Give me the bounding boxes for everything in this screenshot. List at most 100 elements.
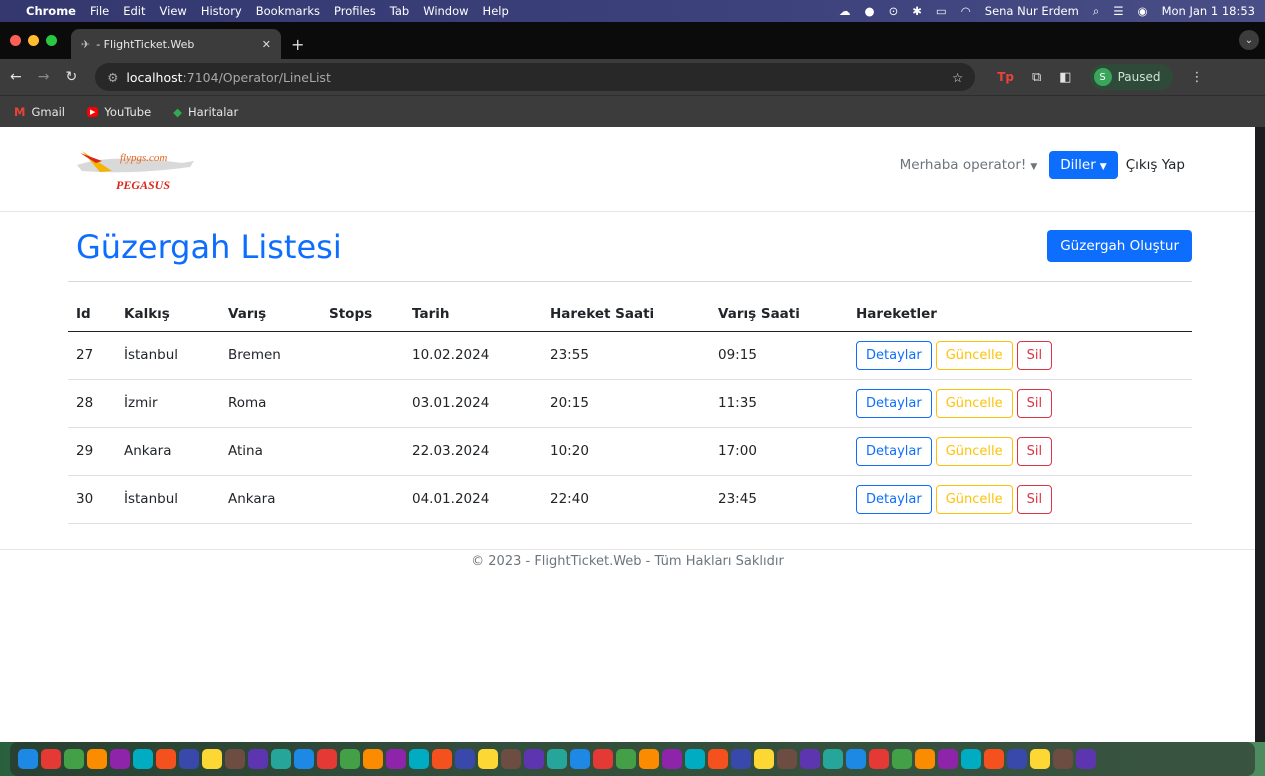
trash-icon[interactable] <box>1076 749 1096 769</box>
postman-icon[interactable] <box>639 749 659 769</box>
menu-view[interactable]: View <box>160 4 187 18</box>
chrome-menu-icon[interactable]: ⋮ <box>1191 70 1204 85</box>
terminal-icon[interactable] <box>823 749 843 769</box>
menu-app-name[interactable]: Chrome <box>26 4 76 18</box>
new-tab-icon[interactable]: + <box>291 29 304 59</box>
sublime-icon[interactable] <box>846 749 866 769</box>
xcode-icon[interactable] <box>570 749 590 769</box>
dotnet-icon[interactable] <box>938 749 958 769</box>
update-button[interactable]: Güncelle <box>935 436 1013 466</box>
chrome-icon[interactable] <box>271 749 291 769</box>
word-icon[interactable] <box>984 749 1004 769</box>
vscode-icon[interactable] <box>593 749 613 769</box>
browser-tab[interactable]: ✈ - FlightTicket.Web ✕ <box>71 29 281 59</box>
extensions-icon[interactable]: ⧉ <box>1032 70 1041 85</box>
pages-icon[interactable] <box>386 749 406 769</box>
edge-icon[interactable] <box>524 749 544 769</box>
close-window-icon[interactable] <box>10 35 21 46</box>
battery-icon[interactable]: ▭ <box>936 4 947 18</box>
slack-icon[interactable] <box>432 749 452 769</box>
details-button[interactable]: Detaylar <box>856 484 932 514</box>
downloads-icon[interactable] <box>1053 749 1073 769</box>
whatsapp-icon[interactable] <box>87 749 107 769</box>
close-tab-icon[interactable]: ✕ <box>262 38 271 51</box>
intellij-icon[interactable] <box>685 749 705 769</box>
appstore-icon[interactable] <box>478 749 498 769</box>
sourcetree-icon[interactable] <box>708 749 728 769</box>
git-icon[interactable] <box>662 749 682 769</box>
menu-profiles[interactable]: Profiles <box>334 4 376 18</box>
menu-help[interactable]: Help <box>483 4 509 18</box>
notification-icon[interactable]: ● <box>865 4 875 18</box>
db-icon[interactable] <box>869 749 889 769</box>
details-button[interactable]: Detaylar <box>856 436 932 466</box>
menu-clock[interactable]: Mon Jan 1 18:53 <box>1162 4 1255 18</box>
outlook-icon[interactable] <box>731 749 751 769</box>
bookmark-youtube[interactable]: ▶ YouTube <box>87 105 151 119</box>
back-icon[interactable]: ← <box>10 69 22 85</box>
messages-icon[interactable] <box>156 749 176 769</box>
delete-button[interactable]: Sil <box>1016 436 1053 466</box>
teams-icon[interactable] <box>501 749 521 769</box>
settings-icon[interactable] <box>455 749 475 769</box>
wifi-icon[interactable]: ◠ <box>961 4 971 18</box>
bookmark-maps[interactable]: ◆ Haritalar <box>173 105 238 119</box>
zoom-window-icon[interactable] <box>46 35 57 46</box>
bluetooth-icon[interactable]: ✱ <box>912 4 922 18</box>
tab-search-icon[interactable]: ⌄ <box>1239 30 1259 50</box>
extension-tp-icon[interactable]: Tp <box>997 70 1014 84</box>
reload-icon[interactable]: ↻ <box>65 69 77 85</box>
notes2-icon[interactable] <box>1030 749 1050 769</box>
photos-icon[interactable] <box>202 749 222 769</box>
update-button[interactable]: Güncelle <box>935 340 1013 370</box>
zoom-icon[interactable] <box>777 749 797 769</box>
cloud-icon[interactable]: ☁ <box>839 4 851 18</box>
calendar-icon[interactable] <box>225 749 245 769</box>
user-dropdown[interactable]: Merhaba operator! ▼ <box>900 157 1038 173</box>
delete-button[interactable]: Sil <box>1016 484 1053 514</box>
safari-icon[interactable] <box>110 749 130 769</box>
details-button[interactable]: Detaylar <box>856 388 932 418</box>
keynote-icon[interactable] <box>363 749 383 769</box>
create-route-button[interactable]: Güzergah Oluştur <box>1047 230 1192 262</box>
finder2-icon[interactable] <box>294 749 314 769</box>
site-info-icon[interactable]: ⚙ <box>107 70 118 85</box>
menu-window[interactable]: Window <box>423 4 468 18</box>
facetime-icon[interactable] <box>179 749 199 769</box>
delete-button[interactable]: Sil <box>1016 340 1053 370</box>
notes-icon[interactable] <box>248 749 268 769</box>
spotify-icon[interactable] <box>64 749 84 769</box>
menu-edit[interactable]: Edit <box>123 4 145 18</box>
address-bar[interactable]: ⚙ localhost :7104/Operator/LineList ☆ <box>95 63 976 91</box>
vscode-alt-icon[interactable] <box>547 749 567 769</box>
dbeaver-icon[interactable] <box>892 749 912 769</box>
bookmark-gmail[interactable]: M Gmail <box>14 105 65 119</box>
delete-button[interactable]: Sil <box>1016 388 1053 418</box>
menu-user-name[interactable]: Sena Nur Erdem <box>985 4 1079 18</box>
preview-icon[interactable] <box>1007 749 1027 769</box>
update-button[interactable]: Güncelle <box>935 484 1013 514</box>
logout-link[interactable]: Çıkış Yap <box>1126 157 1185 173</box>
side-panel-icon[interactable]: ◧ <box>1059 70 1071 85</box>
update-button[interactable]: Güncelle <box>935 388 1013 418</box>
launchpad-icon[interactable] <box>41 749 61 769</box>
play-icon[interactable]: ⊙ <box>889 4 899 18</box>
siri-icon[interactable]: ◉ <box>1138 4 1148 18</box>
control-center-icon[interactable]: ☰ <box>1113 4 1123 18</box>
menu-tab[interactable]: Tab <box>390 4 409 18</box>
numbers-icon[interactable] <box>340 749 360 769</box>
figma-icon[interactable] <box>616 749 636 769</box>
menu-history[interactable]: History <box>201 4 242 18</box>
forward-icon[interactable]: → <box>38 69 50 85</box>
finder-icon[interactable] <box>18 749 38 769</box>
music-icon[interactable] <box>409 749 429 769</box>
github-icon[interactable] <box>800 749 820 769</box>
languages-dropdown-button[interactable]: Diller ▼ <box>1049 151 1118 179</box>
pegasus-logo[interactable]: flypgs.com PEGASUS <box>72 141 202 201</box>
podcasts-icon[interactable] <box>317 749 337 769</box>
powerpoint-icon[interactable] <box>961 749 981 769</box>
acrobat-icon[interactable] <box>754 749 774 769</box>
details-button[interactable]: Detaylar <box>856 340 932 370</box>
minimize-window-icon[interactable] <box>28 35 39 46</box>
rider-icon[interactable] <box>915 749 935 769</box>
